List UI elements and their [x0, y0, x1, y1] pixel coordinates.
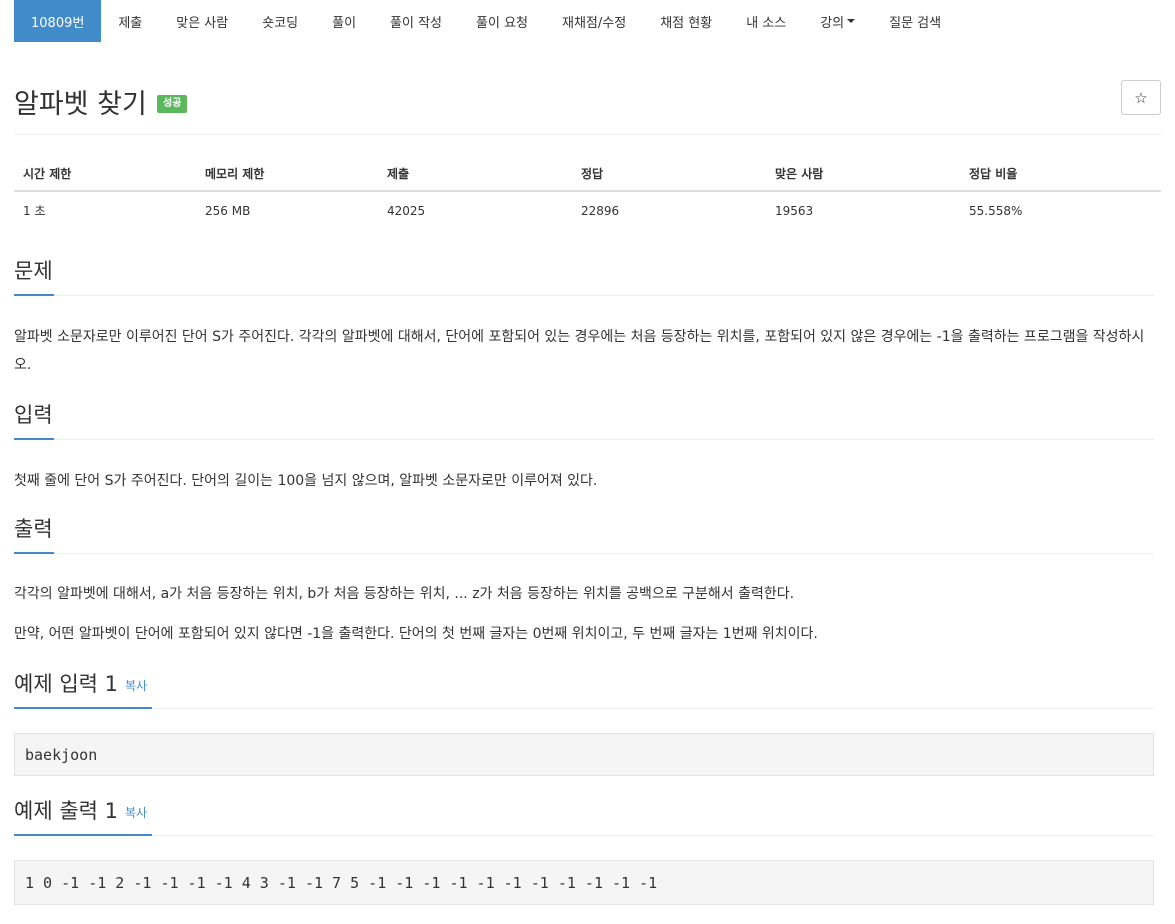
- problem-tabs: 10809번 제출 맞은 사람 숏코딩 풀이 풀이 작성 풀이 요청 재채점/수…: [14, 0, 1161, 42]
- header-solved-users: 맞은 사람: [766, 157, 960, 192]
- output-heading: 출력: [14, 517, 53, 541]
- section-heading: 출력: [14, 512, 1154, 554]
- section-heading: 예제 출력 1 복사: [14, 794, 1154, 836]
- sample-output-section: 예제 출력 1 복사: [14, 794, 1154, 836]
- section-heading: 문제: [14, 254, 1154, 296]
- problem-info-table: 시간 제한 메모리 제한 제출 정답 맞은 사람 정답 비율 1 초 256 M…: [14, 157, 1161, 229]
- sample-input-title: 예제 입력 1: [14, 672, 118, 696]
- tab-problem-number[interactable]: 10809번: [14, 0, 102, 42]
- memory-limit-value: 256 MB: [205, 203, 251, 218]
- tab-label: 숏코딩: [262, 15, 299, 31]
- tab-write-solution[interactable]: 풀이 작성: [373, 0, 459, 42]
- status-badge: 성공: [157, 95, 188, 113]
- sample-input-box[interactable]: baekjoon: [14, 733, 1154, 776]
- tab-label: 채점 현황: [660, 15, 713, 31]
- tab-solved-users[interactable]: 맞은 사람: [159, 0, 245, 42]
- tab-label: 내 소스: [746, 15, 787, 31]
- tab-request-solution[interactable]: 풀이 요청: [459, 0, 545, 42]
- section-heading: 예제 입력 1 복사: [14, 667, 1154, 709]
- output-text-line: 각각의 알파벳에 대해서, a가 처음 등장하는 위치, b가 처음 등장하는 …: [14, 586, 795, 602]
- problem-page: 10809번 제출 맞은 사람 숏코딩 풀이 풀이 작성 풀이 요청 재채점/수…: [0, 0, 1175, 924]
- accept-rate-value: 55.558%: [969, 203, 1023, 218]
- header-time-limit: 시간 제한: [14, 157, 196, 192]
- output-text-line: 만약, 어떤 알파벳이 단어에 포함되어 있지 않다면 -1을 출력한다. 단어…: [14, 626, 818, 642]
- star-icon: ☆: [1134, 88, 1148, 107]
- tab-label: 10809번: [31, 15, 85, 31]
- header-accept-rate: 정답 비율: [960, 157, 1161, 192]
- tab-solutions[interactable]: 풀이: [315, 0, 373, 42]
- tab-my-source[interactable]: 내 소스: [729, 0, 803, 42]
- heading-underline: [14, 707, 152, 709]
- solved-users-value: 19563: [775, 203, 814, 218]
- sample-output-box[interactable]: 1 0 -1 -1 2 -1 -1 -1 -1 4 3 -1 -1 7 5 -1…: [14, 860, 1154, 905]
- description-text: 알파벳 소문자로만 이루어진 단어 S가 주어진다. 각각의 알파벳에 대해서,…: [14, 329, 1145, 373]
- tab-rejudge[interactable]: 재채점/수정: [545, 0, 643, 42]
- tab-label: 풀이 요청: [476, 15, 529, 31]
- table-row: 1 초 256 MB 42025 22896 19563 55.558%: [14, 191, 1161, 229]
- description-section: 문제 알파벳 소문자로만 이루어진 단어 S가 주어진다. 각각의 알파벳에 대…: [14, 254, 1154, 379]
- heading-underline: [14, 552, 54, 554]
- heading-underline: [14, 294, 54, 296]
- time-limit-value: 1 초: [23, 204, 46, 218]
- header-accepted: 정답: [572, 157, 766, 192]
- accepted-value: 22896: [581, 203, 620, 218]
- header-submissions: 제출: [378, 157, 572, 192]
- header-memory-limit: 메모리 제한: [196, 157, 378, 192]
- sample-output-title: 예제 출력 1: [14, 799, 118, 823]
- description-heading: 문제: [14, 259, 53, 283]
- problem-title: 알파벳 찾기: [14, 89, 147, 120]
- heading-underline: [14, 438, 54, 440]
- copy-sample-output-link[interactable]: 복사: [125, 806, 147, 820]
- submissions-value: 42025: [387, 203, 426, 218]
- title-row: 알파벳 찾기 성공 ☆: [14, 42, 1161, 135]
- copy-sample-input-link[interactable]: 복사: [125, 679, 147, 693]
- sample-input-section: 예제 입력 1 복사: [14, 667, 1154, 709]
- tab-label: 재채점/수정: [562, 15, 627, 31]
- favorite-button[interactable]: ☆: [1121, 80, 1161, 115]
- table-header-row: 시간 제한 메모리 제한 제출 정답 맞은 사람 정답 비율: [14, 157, 1161, 192]
- caret-down-icon: [847, 19, 856, 23]
- section-heading: 입력: [14, 398, 1154, 440]
- input-section: 입력 첫째 줄에 단어 S가 주어진다. 단어의 길이는 100을 넘지 않으며…: [14, 398, 1154, 495]
- tab-question-search[interactable]: 질문 검색: [872, 0, 958, 42]
- tab-lectures-dropdown[interactable]: 강의: [803, 0, 872, 42]
- tab-label: 질문 검색: [889, 15, 942, 31]
- tab-label: 제출: [118, 15, 143, 31]
- tab-label: 강의: [820, 15, 845, 31]
- sample-input-heading: 예제 입력 1 복사: [14, 668, 147, 698]
- tab-short-coding[interactable]: 숏코딩: [245, 0, 315, 42]
- tab-submit[interactable]: 제출: [101, 0, 159, 42]
- heading-underline: [14, 834, 152, 836]
- input-heading: 입력: [14, 403, 53, 427]
- input-text: 첫째 줄에 단어 S가 주어진다. 단어의 길이는 100을 넘지 않으며, 알…: [14, 473, 598, 489]
- tab-label: 풀이: [332, 15, 357, 31]
- sample-output-heading: 예제 출력 1 복사: [14, 795, 147, 825]
- tab-status[interactable]: 채점 현황: [643, 0, 729, 42]
- tab-label: 맞은 사람: [176, 15, 229, 31]
- output-section: 출력 각각의 알파벳에 대해서, a가 처음 등장하는 위치, b가 처음 등장…: [14, 512, 1154, 648]
- tab-label: 풀이 작성: [390, 15, 443, 31]
